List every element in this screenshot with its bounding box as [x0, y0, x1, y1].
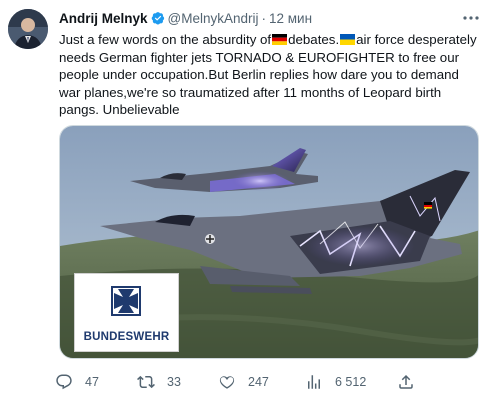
separator-dot: ·: [261, 11, 267, 26]
iron-cross-icon: [108, 283, 144, 319]
bundeswehr-logo-text: BUNDESWEHR: [83, 331, 170, 343]
bundeswehr-logo: BUNDESWEHR: [74, 273, 179, 352]
avatar[interactable]: [8, 9, 48, 49]
reply-count: 47: [85, 375, 99, 389]
tweet-text-part-2: debates.: [288, 32, 340, 47]
reply-icon: [56, 374, 72, 390]
share-icon: [399, 374, 413, 389]
tweet-header: Andrij Melnyk @MelnykAndrij · 12 мин: [59, 11, 479, 29]
heart-icon: [219, 376, 235, 389]
views-bar-chart-icon: [308, 375, 320, 389]
share-button[interactable]: [397, 372, 427, 392]
like-button[interactable]: 247: [218, 372, 269, 392]
retweet-icon: [137, 375, 155, 389]
retweet-count: 33: [167, 375, 181, 389]
verified-badge-icon: [151, 11, 165, 28]
tweet-action-bar: 47 33 247 6 512: [55, 372, 435, 392]
ukraine-flag-icon: [340, 34, 356, 45]
author-handle[interactable]: @MelnykAndrij: [168, 11, 259, 26]
tweet-image[interactable]: BUNDESWEHR: [59, 125, 479, 359]
retweet-button[interactable]: 33: [137, 372, 181, 392]
germany-flag-icon: [272, 34, 288, 45]
tweet-text: Just a few words on the absurdity of deba…: [59, 31, 479, 119]
author-name[interactable]: Andrij Melnyk: [59, 11, 148, 26]
more-options-icon[interactable]: [461, 8, 481, 28]
like-count: 247: [248, 375, 269, 389]
reply-button[interactable]: 47: [55, 372, 99, 392]
avatar-photo: [8, 9, 48, 49]
tweet-timestamp[interactable]: 12 мин: [269, 11, 312, 26]
views-button[interactable]: 6 512: [305, 372, 366, 392]
views-count: 6 512: [335, 375, 367, 389]
tweet-text-part-1: Just a few words on the absurdity of: [59, 32, 272, 47]
